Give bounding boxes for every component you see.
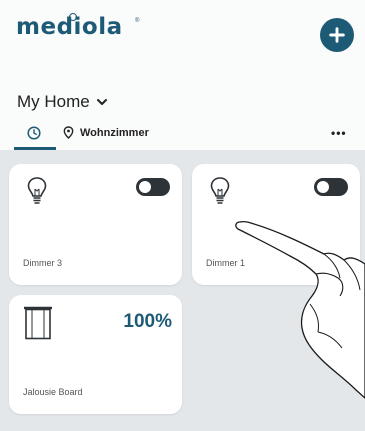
home-title: My Home bbox=[17, 92, 90, 111]
position-value: 100% bbox=[123, 311, 172, 332]
location-pin-icon bbox=[63, 126, 74, 139]
tab-bar: Wohnzimmer ••• bbox=[0, 122, 365, 150]
tab-room-label: Wohnzimmer bbox=[80, 126, 149, 139]
hand-pointer bbox=[235, 220, 365, 399]
add-icon bbox=[329, 27, 345, 43]
registered-mark: ® bbox=[135, 18, 140, 24]
chevron-down-icon bbox=[96, 99, 107, 105]
add-button[interactable] bbox=[320, 18, 354, 52]
bulb-icon bbox=[210, 177, 230, 204]
device-card[interactable]: 100% Jalousie Board bbox=[9, 295, 182, 414]
clock-icon[interactable] bbox=[27, 126, 41, 140]
toggle-knob bbox=[139, 181, 151, 193]
device-label: Jalousie Board bbox=[23, 387, 83, 397]
blind-icon bbox=[24, 306, 52, 340]
more-icon[interactable]: ••• bbox=[331, 126, 347, 140]
device-card[interactable]: Dimmer 3 bbox=[9, 164, 182, 285]
logo-dot-icon bbox=[69, 13, 77, 21]
bulb-icon bbox=[27, 177, 47, 204]
toggle-knob bbox=[317, 181, 329, 193]
power-toggle[interactable] bbox=[314, 178, 348, 196]
device-label: Dimmer 3 bbox=[23, 258, 63, 268]
app-header: mediola ® My Home Wohnzimmer ••• bbox=[0, 0, 365, 150]
home-selector[interactable]: My Home bbox=[17, 92, 108, 112]
tab-room[interactable]: Wohnzimmer bbox=[63, 126, 149, 139]
power-toggle[interactable] bbox=[136, 178, 170, 196]
